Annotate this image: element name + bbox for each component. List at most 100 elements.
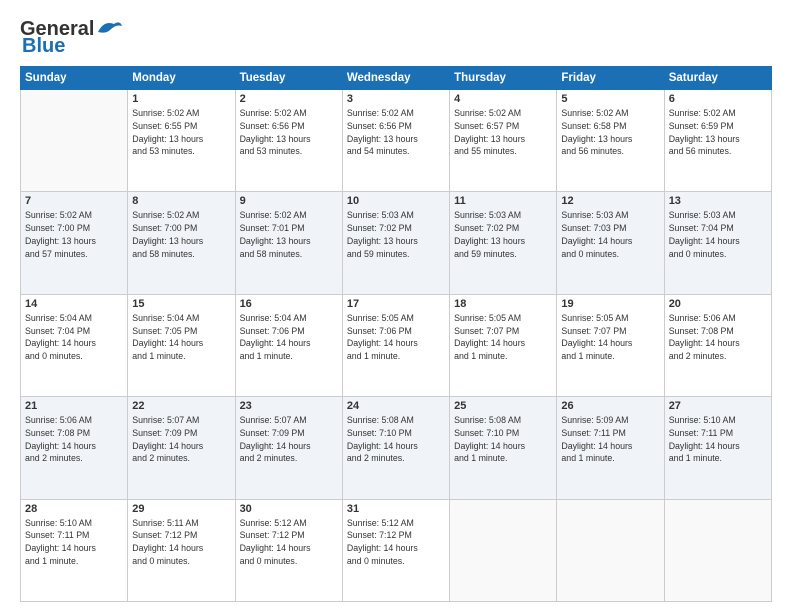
logo-bird-icon	[96, 18, 124, 38]
calendar-cell: 21Sunrise: 5:06 AM Sunset: 7:08 PM Dayli…	[21, 397, 128, 499]
day-info: Sunrise: 5:05 AM Sunset: 7:07 PM Dayligh…	[454, 312, 552, 363]
calendar-cell: 29 Sunrise: 5:11 AM Sunset: 7:12 PM Dayli…	[128, 499, 235, 601]
day-info: Sunrise: 5:02 AM Sunset: 7:00 PM Dayligh…	[132, 209, 230, 260]
day-info: Sunrise: 5:10 AM Sunset: 7:11 PM Dayligh…	[25, 517, 123, 568]
day-number: 3	[347, 93, 445, 105]
weekday-header-tuesday: Tuesday	[235, 67, 342, 90]
day-info: Sunrise: 5:04 AM Sunset: 7:04 PM Dayligh…	[25, 312, 123, 363]
day-info: Sunrise: 5:02 AM Sunset: 6:59 PM Dayligh…	[669, 107, 767, 158]
day-number: 5	[561, 93, 659, 105]
day-number: 25	[454, 400, 552, 412]
calendar-cell: 19 Sunrise: 5:05 AM Sunset: 7:07 PM Dayli…	[557, 294, 664, 396]
day-number: 14	[25, 298, 123, 310]
calendar-cell: 17Sunrise: 5:05 AM Sunset: 7:06 PM Dayli…	[342, 294, 449, 396]
day-number: 12	[561, 195, 659, 207]
week-row-4: 21Sunrise: 5:06 AM Sunset: 7:08 PM Dayli…	[21, 397, 772, 499]
day-number: 23	[240, 400, 338, 412]
day-number: 2	[240, 93, 338, 105]
day-number: 6	[669, 93, 767, 105]
calendar-cell: 1Sunrise: 5:02 AM Sunset: 6:55 PM Daylig…	[128, 90, 235, 192]
calendar-cell: 3 Sunrise: 5:02 AM Sunset: 6:56 PM Daylig…	[342, 90, 449, 192]
day-number: 15	[132, 298, 230, 310]
calendar-cell: 13Sunrise: 5:03 AM Sunset: 7:04 PM Dayli…	[664, 192, 771, 294]
page: General Blue SundayMondayTuesdayWednesda…	[0, 0, 792, 612]
calendar-cell: 27 Sunrise: 5:10 AM Sunset: 7:11 PM Dayli…	[664, 397, 771, 499]
weekday-header-monday: Monday	[128, 67, 235, 90]
day-info: Sunrise: 5:06 AM Sunset: 7:08 PM Dayligh…	[669, 312, 767, 363]
day-number: 29	[132, 503, 230, 515]
calendar-cell: 7 Sunrise: 5:02 AM Sunset: 7:00 PM Daylig…	[21, 192, 128, 294]
calendar-cell: 23 Sunrise: 5:07 AM Sunset: 7:09 PM Dayli…	[235, 397, 342, 499]
day-info: Sunrise: 5:02 AM Sunset: 7:01 PM Dayligh…	[240, 209, 338, 260]
logo-blue: Blue	[22, 35, 65, 58]
day-number: 13	[669, 195, 767, 207]
calendar-cell: 11 Sunrise: 5:03 AM Sunset: 7:02 PM Dayli…	[450, 192, 557, 294]
day-number: 27	[669, 400, 767, 412]
day-number: 10	[347, 195, 445, 207]
day-info: Sunrise: 5:06 AM Sunset: 7:08 PM Dayligh…	[25, 414, 123, 465]
day-number: 20	[669, 298, 767, 310]
day-info: Sunrise: 5:02 AM Sunset: 6:55 PM Dayligh…	[132, 107, 230, 158]
calendar-cell	[21, 90, 128, 192]
day-info: Sunrise: 5:09 AM Sunset: 7:11 PM Dayligh…	[561, 414, 659, 465]
calendar-table: SundayMondayTuesdayWednesdayThursdayFrid…	[20, 66, 772, 602]
day-info: Sunrise: 5:02 AM Sunset: 6:58 PM Dayligh…	[561, 107, 659, 158]
calendar-cell: 25 Sunrise: 5:08 AM Sunset: 7:10 PM Dayli…	[450, 397, 557, 499]
day-info: Sunrise: 5:03 AM Sunset: 7:02 PM Dayligh…	[347, 209, 445, 260]
day-number: 9	[240, 195, 338, 207]
calendar-cell: 5 Sunrise: 5:02 AM Sunset: 6:58 PM Daylig…	[557, 90, 664, 192]
day-number: 24	[347, 400, 445, 412]
day-info: Sunrise: 5:12 AM Sunset: 7:12 PM Dayligh…	[347, 517, 445, 568]
day-number: 4	[454, 93, 552, 105]
day-number: 18	[454, 298, 552, 310]
logo: General Blue	[20, 18, 124, 58]
week-row-5: 28 Sunrise: 5:10 AM Sunset: 7:11 PM Dayli…	[21, 499, 772, 601]
calendar-cell: 2 Sunrise: 5:02 AM Sunset: 6:56 PM Daylig…	[235, 90, 342, 192]
weekday-header-row: SundayMondayTuesdayWednesdayThursdayFrid…	[21, 67, 772, 90]
day-number: 11	[454, 195, 552, 207]
weekday-header-saturday: Saturday	[664, 67, 771, 90]
calendar-cell: 4 Sunrise: 5:02 AM Sunset: 6:57 PM Daylig…	[450, 90, 557, 192]
day-info: Sunrise: 5:04 AM Sunset: 7:05 PM Dayligh…	[132, 312, 230, 363]
day-info: Sunrise: 5:08 AM Sunset: 7:10 PM Dayligh…	[347, 414, 445, 465]
day-info: Sunrise: 5:02 AM Sunset: 6:56 PM Dayligh…	[240, 107, 338, 158]
week-row-3: 14 Sunrise: 5:04 AM Sunset: 7:04 PM Dayli…	[21, 294, 772, 396]
day-info: Sunrise: 5:07 AM Sunset: 7:09 PM Dayligh…	[240, 414, 338, 465]
weekday-header-friday: Friday	[557, 67, 664, 90]
calendar-cell: 9 Sunrise: 5:02 AM Sunset: 7:01 PM Daylig…	[235, 192, 342, 294]
day-info: Sunrise: 5:02 AM Sunset: 6:56 PM Dayligh…	[347, 107, 445, 158]
day-info: Sunrise: 5:02 AM Sunset: 6:57 PM Dayligh…	[454, 107, 552, 158]
calendar-cell: 28 Sunrise: 5:10 AM Sunset: 7:11 PM Dayli…	[21, 499, 128, 601]
day-info: Sunrise: 5:07 AM Sunset: 7:09 PM Dayligh…	[132, 414, 230, 465]
day-number: 19	[561, 298, 659, 310]
weekday-header-thursday: Thursday	[450, 67, 557, 90]
calendar-cell: 20 Sunrise: 5:06 AM Sunset: 7:08 PM Dayli…	[664, 294, 771, 396]
calendar-cell: 31 Sunrise: 5:12 AM Sunset: 7:12 PM Dayli…	[342, 499, 449, 601]
weekday-header-sunday: Sunday	[21, 67, 128, 90]
week-row-1: 1Sunrise: 5:02 AM Sunset: 6:55 PM Daylig…	[21, 90, 772, 192]
day-info: Sunrise: 5:11 AM Sunset: 7:12 PM Dayligh…	[132, 517, 230, 568]
calendar-cell: 8 Sunrise: 5:02 AM Sunset: 7:00 PM Daylig…	[128, 192, 235, 294]
day-number: 16	[240, 298, 338, 310]
day-info: Sunrise: 5:04 AM Sunset: 7:06 PM Dayligh…	[240, 312, 338, 363]
day-number: 28	[25, 503, 123, 515]
day-number: 7	[25, 195, 123, 207]
day-number: 31	[347, 503, 445, 515]
day-info: Sunrise: 5:05 AM Sunset: 7:07 PM Dayligh…	[561, 312, 659, 363]
calendar-cell: 26Sunrise: 5:09 AM Sunset: 7:11 PM Dayli…	[557, 397, 664, 499]
calendar-cell: 16 Sunrise: 5:04 AM Sunset: 7:06 PM Dayli…	[235, 294, 342, 396]
day-info: Sunrise: 5:02 AM Sunset: 7:00 PM Dayligh…	[25, 209, 123, 260]
weekday-header-wednesday: Wednesday	[342, 67, 449, 90]
week-row-2: 7 Sunrise: 5:02 AM Sunset: 7:00 PM Daylig…	[21, 192, 772, 294]
calendar-cell: 10 Sunrise: 5:03 AM Sunset: 7:02 PM Dayli…	[342, 192, 449, 294]
calendar-cell: 6 Sunrise: 5:02 AM Sunset: 6:59 PM Daylig…	[664, 90, 771, 192]
calendar-cell: 15 Sunrise: 5:04 AM Sunset: 7:05 PM Dayli…	[128, 294, 235, 396]
calendar-cell	[450, 499, 557, 601]
day-info: Sunrise: 5:10 AM Sunset: 7:11 PM Dayligh…	[669, 414, 767, 465]
day-info: Sunrise: 5:03 AM Sunset: 7:02 PM Dayligh…	[454, 209, 552, 260]
day-info: Sunrise: 5:08 AM Sunset: 7:10 PM Dayligh…	[454, 414, 552, 465]
calendar-cell: 14 Sunrise: 5:04 AM Sunset: 7:04 PM Dayli…	[21, 294, 128, 396]
day-number: 8	[132, 195, 230, 207]
calendar-cell	[557, 499, 664, 601]
calendar-cell: 22Sunrise: 5:07 AM Sunset: 7:09 PM Dayli…	[128, 397, 235, 499]
